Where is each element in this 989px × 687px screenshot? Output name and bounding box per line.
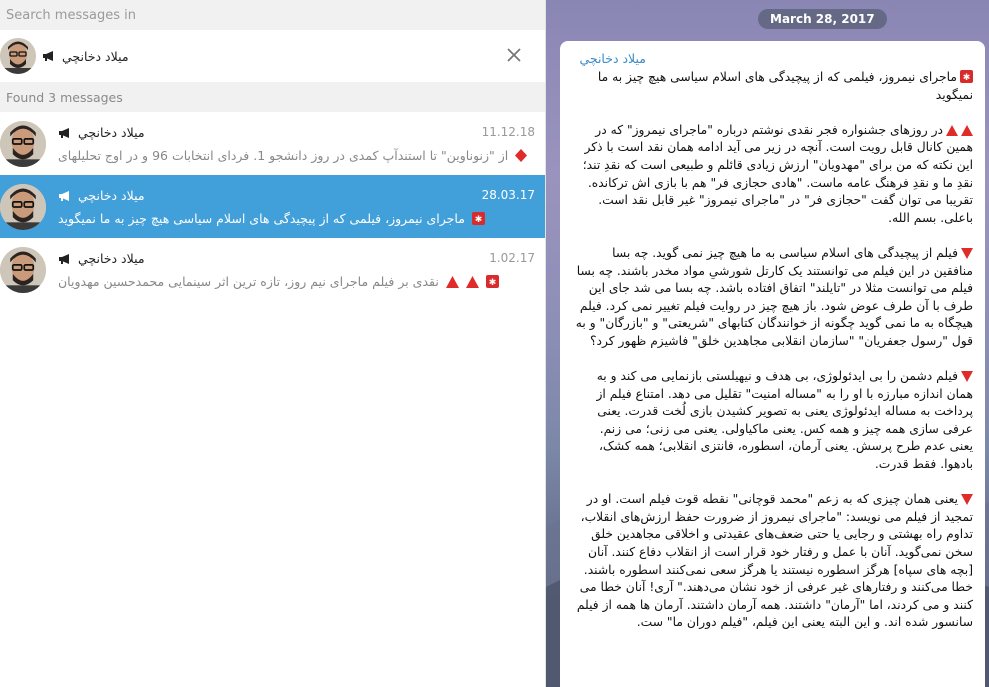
search-panel: Search messages in ميلاد دخانچي Found 3 … <box>0 0 546 687</box>
channel-megaphone-icon <box>59 253 69 264</box>
svg-text:✱: ✱ <box>489 278 497 288</box>
red-badge-icon: ✱ <box>471 212 485 225</box>
avatar <box>0 183 46 230</box>
result-date: 1.02.17 <box>489 251 535 265</box>
red-down-triangle-icon <box>961 371 973 383</box>
message-paragraph: ✱ ماجرای نیمروز، فیلمی که از پیچیدگی های … <box>574 69 973 104</box>
message-text: ✱ ماجرای نیمروز، فیلمی که از پیچیدگی های … <box>574 69 973 650</box>
channel-megaphone-icon <box>59 127 69 138</box>
message-paragraph: فیلم از پیچیدگی های اسلام سیاسی به ما هی… <box>574 245 973 351</box>
avatar <box>0 246 46 293</box>
search-placeholder: Search messages in <box>6 7 136 23</box>
result-date: 11.12.18 <box>481 125 535 139</box>
message-author: ميلاد دخانچي <box>579 51 646 66</box>
message-paragraph-text: فیلم دشمن را بی ایدئولوژی، بی هدف و نیهی… <box>596 369 973 472</box>
result-name: ميلاد دخانچي <box>78 251 145 266</box>
message-paragraph-text: ماجرای نیمروز، فیلمی که از پیچیدگی های ا… <box>597 70 973 102</box>
red-triangle-icon <box>465 276 479 288</box>
channel-megaphone-icon <box>43 51 53 61</box>
red-triangle-icon <box>946 124 958 136</box>
avatar <box>0 38 36 74</box>
red-badge-icon: ✱ <box>960 70 973 83</box>
chat-view: March 28, 2017 ميلاد دخانچي ✱ ماجرای نیمر… <box>546 0 989 687</box>
red-diamond-icon <box>515 149 528 162</box>
red-down-triangle-icon <box>961 494 973 506</box>
search-result-selected[interactable]: ميلاد دخانچي 28.03.17 ✱ ماجرای نیمروز، ف… <box>0 175 545 238</box>
message-bubble[interactable]: ميلاد دخانچي ✱ ماجرای نیمروز، فیلمی که از… <box>560 41 985 687</box>
search-result[interactable]: ميلاد دخانچي 11.12.18 از "زنوناوین" تا ا… <box>0 112 545 175</box>
svg-text:✱: ✱ <box>963 73 971 83</box>
red-triangle-icon <box>961 124 973 136</box>
search-result[interactable]: ميلاد دخانچي 1.02.17 ✱ نقدی بر فیلم ماجر… <box>0 238 545 301</box>
found-count: Found 3 messages <box>0 82 545 112</box>
message-paragraph-text: در روزهای جشنواره فجر نقدی نوشتم درباره … <box>582 122 973 225</box>
message-paragraph: در روزهای جشنواره فجر نقدی نوشتم درباره … <box>574 122 973 228</box>
chat-filter-row: ميلاد دخانچي <box>0 30 545 82</box>
result-name: ميلاد دخانچي <box>78 188 145 203</box>
close-icon[interactable] <box>505 46 523 64</box>
avatar <box>0 120 46 167</box>
date-pill: March 28, 2017 <box>758 9 887 29</box>
result-name: ميلاد دخانچي <box>78 125 145 140</box>
message-paragraph: یعنی همان چیزی که به زعم "محمد قوچانی" ن… <box>574 491 973 632</box>
channel-megaphone-icon <box>59 190 69 201</box>
message-paragraph-text: فیلم از پیچیدگی های اسلام سیاسی به ما هی… <box>575 245 973 348</box>
red-triangle-icon <box>445 276 459 288</box>
result-preview: نقدی بر فیلم ماجرای نیم روز، تازه ترین ا… <box>58 274 439 289</box>
search-input[interactable]: Search messages in <box>0 0 545 30</box>
result-preview: ماجرای نیمروز، فیلمی که از پیچیدگی های ا… <box>58 211 465 226</box>
filter-chat-name: ميلاد دخانچي <box>62 48 129 64</box>
result-preview: از "زنوناوین" تا استندآپ کمدی در روز دان… <box>58 148 509 163</box>
red-down-triangle-icon <box>961 247 973 259</box>
red-badge-icon: ✱ <box>485 275 499 288</box>
svg-text:✱: ✱ <box>475 215 483 225</box>
message-paragraph: فیلم دشمن را بی ایدئولوژی، بی هدف و نیهی… <box>574 368 973 474</box>
result-date: 28.03.17 <box>481 188 535 202</box>
message-paragraph-text: یعنی همان چیزی که به زعم "محمد قوچانی" ن… <box>576 492 973 630</box>
